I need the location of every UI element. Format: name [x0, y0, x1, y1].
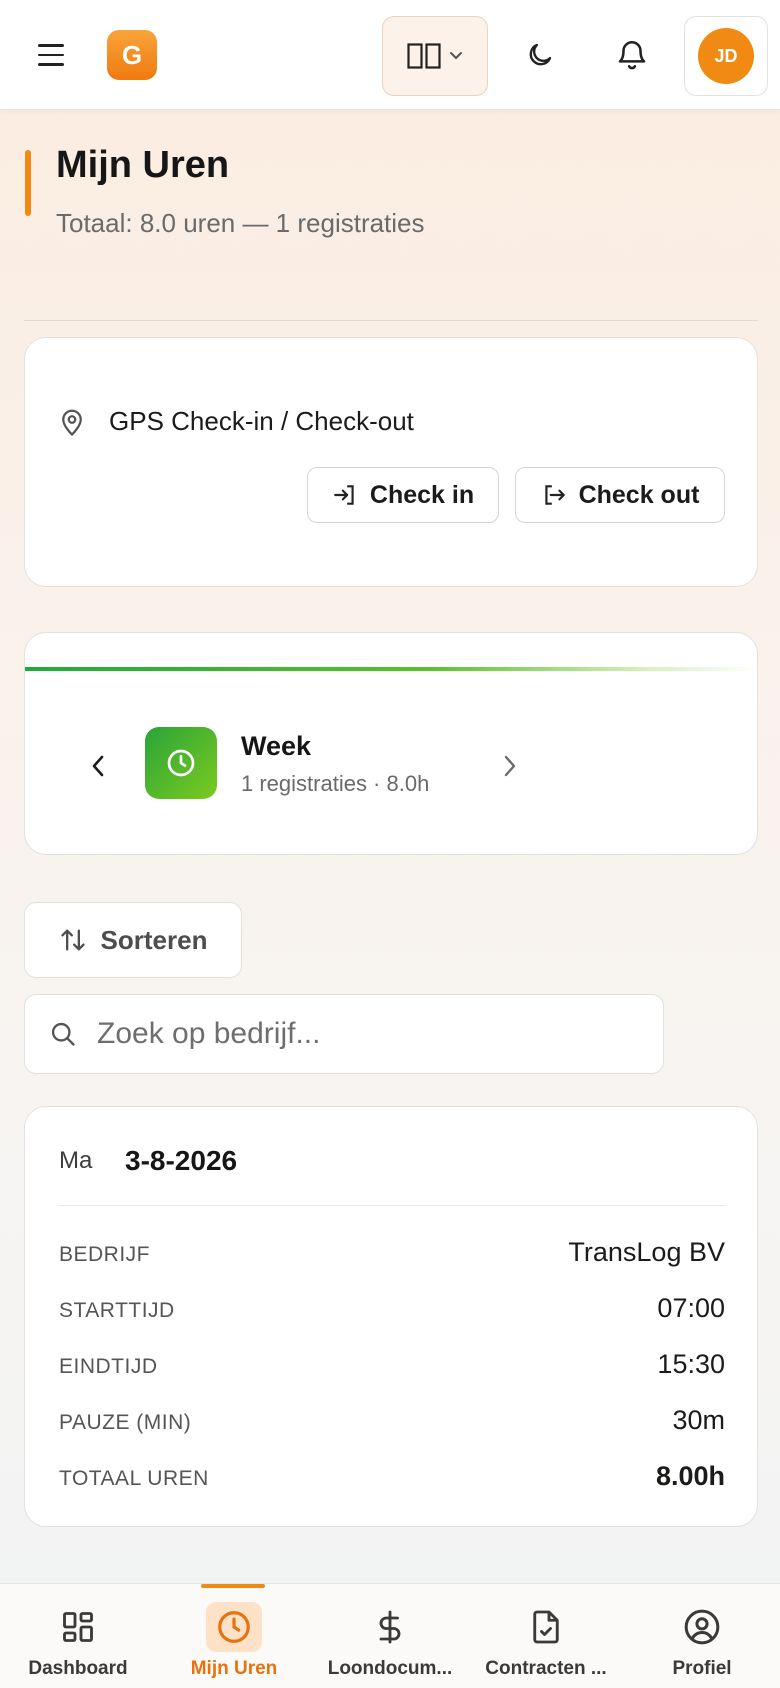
previous-week-button[interactable] [83, 741, 113, 791]
layout-switch-button[interactable] [382, 16, 488, 96]
entry-label: STARTTIJD [59, 1299, 175, 1322]
gps-header: GPS Check-in / Check-out [57, 406, 414, 437]
time-entry-card[interactable]: Ma 3-8-2026 BEDRIJF TransLog BV STARTTIJ… [24, 1106, 758, 1527]
nav-label: Loondocum... [327, 1658, 453, 1679]
check-out-label: Check out [578, 480, 700, 509]
bottom-navigation: Dashboard Mijn Uren Loondocum... Contrac… [0, 1583, 780, 1688]
section-divider [24, 320, 758, 321]
week-card: Week 1 registraties · 8.0h [24, 632, 758, 855]
entry-row-end: EINDTIJD 15:30 [59, 1349, 725, 1380]
file-check-icon [518, 1602, 574, 1652]
entry-value: 30m [672, 1405, 725, 1435]
check-in-button[interactable]: Check in [307, 467, 499, 523]
page-subtitle: Totaal: 8.0 uren — 1 registraties [56, 208, 425, 238]
nav-item-contracten[interactable]: Contracten ... [468, 1584, 624, 1688]
page-title: Mijn Uren [56, 144, 230, 186]
title-accent-bar [25, 150, 31, 216]
app-logo[interactable]: G [107, 30, 157, 80]
chevron-down-icon [450, 52, 462, 60]
entry-label: TOTAAL UREN [59, 1467, 209, 1490]
user-menu-button[interactable]: JD [684, 16, 768, 96]
log-out-icon [544, 485, 565, 505]
nav-label: Contracten ... [485, 1658, 607, 1679]
week-summary: 1 registraties · 8.0h [241, 771, 430, 796]
week-clock-badge [145, 727, 217, 799]
entry-row-break: PAUZE (MIN) 30m [59, 1405, 725, 1436]
user-icon [674, 1602, 730, 1652]
entry-row-total: TOTAAL UREN 8.00h [59, 1461, 725, 1492]
notifications-button[interactable] [607, 30, 657, 80]
clock-icon [167, 749, 195, 777]
entry-label: PAUZE (MIN) [59, 1411, 192, 1434]
hamburger-icon[interactable] [38, 44, 64, 66]
week-title: Week [241, 731, 312, 761]
search-icon [51, 1022, 75, 1046]
log-in-icon [334, 485, 354, 505]
nav-label: Mijn Uren [190, 1658, 278, 1679]
nav-label: Dashboard [28, 1658, 128, 1679]
entry-row-company: BEDRIJF TransLog BV [59, 1237, 725, 1268]
entry-value: 07:00 [657, 1293, 725, 1323]
columns-icon [407, 43, 441, 69]
sort-label: Sorteren [100, 924, 208, 955]
next-week-button[interactable] [495, 741, 525, 791]
entry-divider [59, 1205, 725, 1206]
check-out-button[interactable]: Check out [515, 467, 725, 523]
check-in-label: Check in [369, 480, 475, 509]
moon-icon [529, 43, 552, 66]
entry-row-start: STARTTIJD 07:00 [59, 1293, 725, 1324]
chevron-left-icon [92, 755, 104, 777]
entry-label: BEDRIJF [59, 1243, 151, 1266]
entry-value: TransLog BV [568, 1237, 725, 1267]
nav-label: Profiel [672, 1658, 732, 1679]
nav-item-mijn-uren[interactable]: Mijn Uren [156, 1584, 312, 1688]
nav-item-dashboard[interactable]: Dashboard [0, 1584, 156, 1688]
app-header: G JD [0, 0, 780, 110]
avatar: JD [698, 28, 754, 84]
entry-value: 8.00h [655, 1461, 725, 1491]
search-field[interactable] [24, 994, 664, 1074]
dollar-icon [362, 1602, 418, 1652]
grid-icon [50, 1602, 106, 1652]
sort-button[interactable]: Sorteren [24, 902, 242, 978]
map-pin-icon [62, 409, 82, 436]
bell-icon [618, 41, 646, 70]
chevron-right-icon [504, 755, 516, 777]
nav-item-loondocumenten[interactable]: Loondocum... [312, 1584, 468, 1688]
entry-day: Ma [59, 1147, 93, 1174]
entry-label: EINDTIJD [59, 1355, 158, 1378]
search-input[interactable] [97, 1017, 637, 1051]
theme-toggle-button[interactable] [515, 30, 565, 80]
entry-value: 15:30 [657, 1349, 725, 1379]
sort-arrows-icon [60, 929, 85, 951]
clock-icon [206, 1602, 262, 1652]
gps-card: GPS Check-in / Check-out Check in Check … [24, 337, 758, 587]
entry-date: 3-8-2026 [125, 1145, 238, 1176]
gps-label: GPS Check-in / Check-out [109, 406, 414, 436]
nav-item-profiel[interactable]: Profiel [624, 1584, 780, 1688]
week-progress-bar [25, 667, 757, 671]
